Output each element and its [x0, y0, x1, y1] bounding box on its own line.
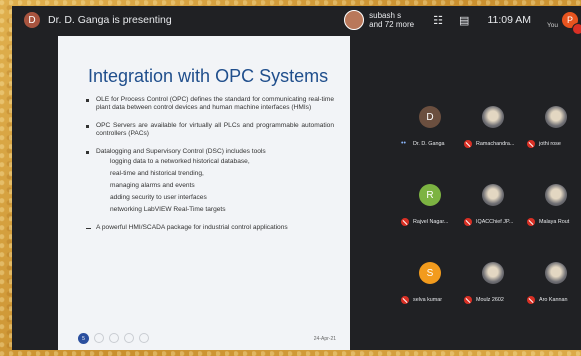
sub-item: logging data to a networked historical d… [110, 158, 250, 165]
slide-bullets: OLE for Process Control (OPC) defines th… [84, 96, 334, 242]
mic-on-icon: •• [401, 140, 406, 147]
meet-window: D Dr. D. Ganga is presenting subash s an… [12, 6, 581, 350]
participant-photo [545, 106, 567, 128]
mic-off-icon [527, 140, 535, 148]
participant-photo [545, 262, 567, 284]
you-label: You [547, 21, 558, 29]
participant-tile[interactable]: S selva kumar [401, 254, 459, 312]
presenting-label: Dr. D. Ganga is presenting [48, 14, 172, 26]
participant-tile[interactable]: Malaya Rout [527, 176, 581, 234]
next-slide-icon[interactable] [139, 333, 149, 343]
participant-tile[interactable]: Aro Kannan [527, 254, 581, 312]
slide-controls [94, 333, 149, 343]
participant-tile[interactable]: D •• Dr. D. Ganga [401, 98, 459, 156]
participant-name: Moulz 2602 [476, 297, 504, 303]
participant-tile[interactable]: jothi rose [527, 98, 581, 156]
self-indicator[interactable]: You P [547, 12, 581, 35]
sub-item: real-time and historical trending, [110, 170, 204, 177]
slide-title: Integration with OPC Systems [88, 66, 329, 86]
sub-item: adding security to user interfaces [110, 194, 207, 201]
chat-icon[interactable]: ▤ [459, 14, 469, 27]
participant-name: selva kumar [413, 297, 443, 303]
participant-tile[interactable]: Moulz 2602 [464, 254, 522, 312]
participant-name: Aro Kannan [539, 297, 568, 303]
participant-name: Ramachandra... [476, 141, 515, 147]
sub-item: managing alarms and events [110, 182, 195, 189]
participant-name: Rajvel Nagar... [413, 219, 449, 225]
participant-name: jothi rose [539, 141, 561, 147]
participant-name: IQACChief JP... [476, 219, 514, 225]
participant-name: Dr. D. Ganga [413, 141, 445, 147]
participant-gallery: D •• Dr. D. Ganga Ramachandra... jothi ro… [401, 98, 579, 328]
people-layout-icon[interactable]: ☷ [433, 14, 443, 27]
viewer-avatar[interactable] [344, 10, 365, 30]
presenter-avatar: D [24, 12, 40, 28]
participant-tile[interactable]: Ramachandra... [464, 98, 522, 156]
participant-name: Malaya Rout [539, 219, 570, 225]
mic-off-icon [527, 218, 535, 226]
mic-off-icon [401, 218, 409, 226]
participant-avatar: R [419, 184, 441, 206]
shared-slide: Integration with OPC Systems OLE for Pro… [58, 36, 350, 350]
pointer-icon[interactable] [109, 333, 119, 343]
mic-off-icon [401, 296, 409, 304]
participant-photo [545, 184, 567, 206]
bullet-item: A powerful HMI/SCADA package for industr… [84, 224, 334, 232]
top-bar-right: subash s and 72 more ☷ ▤ 11:09 AM You P [344, 6, 581, 35]
participant-avatar: D [419, 106, 441, 128]
participant-photo [482, 106, 504, 128]
mic-muted-icon [572, 22, 581, 35]
bullet-item: OLE for Process Control (OPC) defines th… [84, 96, 334, 112]
mic-off-icon [464, 296, 472, 304]
mic-off-icon [527, 296, 535, 304]
sub-item: networking LabVIEW Real-Time targets [110, 206, 226, 213]
bullet-item: OPC Servers are available for virtually … [84, 122, 334, 138]
participant-tile[interactable]: R Rajvel Nagar... [401, 176, 459, 234]
mic-off-icon [464, 218, 472, 226]
page-number-badge: 5 [78, 333, 89, 344]
zoom-icon[interactable] [124, 333, 134, 343]
slide-date: 24-Apr-21 [313, 336, 336, 342]
bullet-item: Datalogging and Supervisory Control (DSC… [84, 148, 334, 214]
participant-avatar: S [419, 262, 441, 284]
viewers-label[interactable]: subash s and 72 more [369, 11, 417, 29]
participant-photo [482, 184, 504, 206]
mic-off-icon [464, 140, 472, 148]
bullet-text: Datalogging and Supervisory Control (DSC… [96, 148, 266, 155]
top-bar: D Dr. D. Ganga is presenting subash s an… [12, 6, 581, 35]
clock: 11:09 AM [487, 14, 532, 26]
prev-slide-icon[interactable] [94, 333, 104, 343]
participant-photo [482, 262, 504, 284]
sub-bullets: logging data to a networked historical d… [96, 158, 334, 214]
participant-tile[interactable]: IQACChief JP... [464, 176, 522, 234]
